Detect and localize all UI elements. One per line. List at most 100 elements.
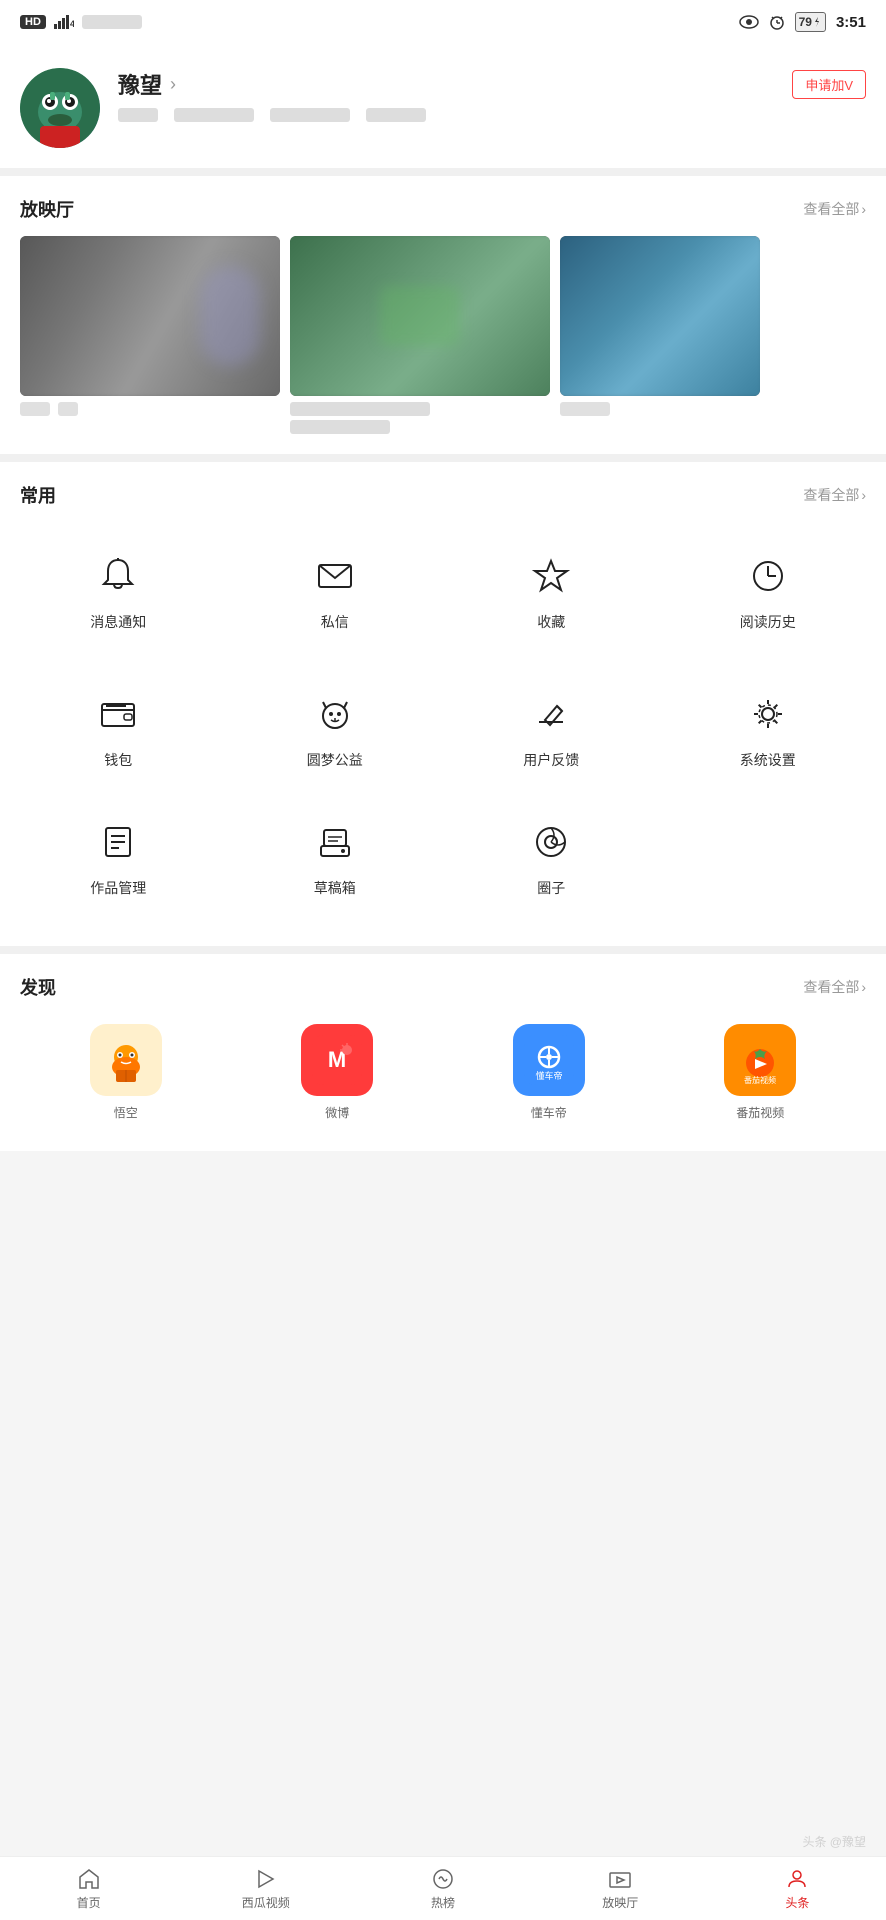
video-card-2[interactable] bbox=[290, 236, 550, 438]
tool-wallet-label: 钱包 bbox=[104, 750, 132, 770]
discover-view-all[interactable]: 查看全部 › bbox=[803, 977, 866, 997]
discover-apps: 悟空 M 微博 bbox=[0, 1014, 886, 1141]
tool-history[interactable]: 阅读历史 bbox=[660, 532, 877, 650]
profile-info: 豫望 › 申请加V bbox=[118, 68, 866, 122]
nav-home[interactable]: 首页 bbox=[0, 1857, 177, 1920]
nav-cinema-label: 放映厅 bbox=[602, 1894, 638, 1911]
tool-manage[interactable]: 作品管理 bbox=[10, 798, 227, 916]
discover-header: 发现 查看全部 › bbox=[0, 954, 886, 1014]
video-card-1[interactable] bbox=[20, 236, 280, 438]
profile-chevron[interactable]: › bbox=[170, 74, 176, 95]
signal-indicator: 46 bbox=[54, 15, 74, 29]
status-right: 79 3:51 bbox=[739, 12, 866, 32]
video-caption-3 bbox=[560, 402, 760, 416]
bell-icon bbox=[92, 550, 144, 602]
app-fanqie-label: 番茄视频 bbox=[736, 1104, 784, 1121]
tool-feedback-label: 用户反馈 bbox=[523, 750, 579, 770]
app-weibo[interactable]: M 微博 bbox=[301, 1024, 373, 1121]
tool-favorites-label: 收藏 bbox=[537, 612, 565, 632]
eye-icon bbox=[739, 15, 759, 29]
tool-feedback[interactable]: 用户反馈 bbox=[443, 670, 660, 788]
cinema-nav-icon bbox=[608, 1867, 632, 1891]
charity-icon bbox=[309, 688, 361, 740]
app-icon-car: 懂车帝 bbox=[513, 1024, 585, 1096]
star-icon bbox=[525, 550, 577, 602]
lightning-icon bbox=[812, 17, 822, 27]
carrier-name bbox=[82, 15, 142, 29]
nav-xigua-label: 西瓜视频 bbox=[242, 1894, 290, 1911]
avatar[interactable] bbox=[20, 68, 100, 148]
tool-history-label: 阅读历史 bbox=[740, 612, 796, 632]
video-caption-1 bbox=[20, 402, 280, 416]
apply-v-button[interactable]: 申请加V bbox=[792, 70, 866, 99]
tool-message-label: 私信 bbox=[321, 612, 349, 632]
app-fanqie[interactable]: 番茄视频 番茄视频 bbox=[724, 1024, 796, 1121]
app-icon-fanqie: 番茄视频 bbox=[724, 1024, 796, 1096]
app-wukong-label: 悟空 bbox=[114, 1104, 138, 1121]
battery-indicator: 79 bbox=[795, 12, 826, 32]
draft-icon bbox=[309, 816, 361, 868]
home-icon bbox=[77, 1867, 101, 1891]
tool-manage-label: 作品管理 bbox=[90, 878, 146, 898]
cinema-section: 放映厅 查看全部 › bbox=[0, 176, 886, 462]
app-wukong[interactable]: 悟空 bbox=[90, 1024, 162, 1121]
tools-row-2: 钱包 圆梦公益 bbox=[0, 660, 886, 798]
common-section: 常用 查看全部 › 消息通知 bbox=[0, 462, 886, 954]
tool-circle-label: 圈子 bbox=[537, 878, 565, 898]
nav-profile-label: 头条 bbox=[785, 1894, 809, 1911]
svg-text:番茄视频: 番茄视频 bbox=[744, 1075, 776, 1085]
video-thumb-2 bbox=[290, 236, 550, 396]
tools-row-3: 作品管理 草稿箱 bbox=[0, 798, 886, 926]
common-title: 常用 bbox=[20, 482, 56, 508]
cinema-view-all[interactable]: 查看全部 › bbox=[803, 199, 866, 219]
nav-profile[interactable]: 头条 bbox=[709, 1857, 886, 1920]
common-header: 常用 查看全部 › bbox=[0, 462, 886, 522]
tool-notification[interactable]: 消息通知 bbox=[10, 532, 227, 650]
common-view-all[interactable]: 查看全部 › bbox=[803, 485, 866, 505]
video-stats-1 bbox=[20, 402, 280, 416]
nav-xigua[interactable]: 西瓜视频 bbox=[177, 1857, 354, 1920]
username-row: 豫望 › 申请加V bbox=[118, 68, 866, 100]
tool-favorites[interactable]: 收藏 bbox=[443, 532, 660, 650]
tool-message[interactable]: 私信 bbox=[227, 532, 444, 650]
stat-item-1 bbox=[118, 108, 158, 122]
tool-draft[interactable]: 草稿箱 bbox=[227, 798, 444, 916]
discover-title: 发现 bbox=[20, 974, 56, 1000]
svg-text:46: 46 bbox=[70, 19, 74, 29]
mail-icon bbox=[309, 550, 361, 602]
cinema-title: 放映厅 bbox=[20, 196, 74, 222]
tool-wallet[interactable]: 钱包 bbox=[10, 670, 227, 788]
app-car[interactable]: 懂车帝 懂车帝 bbox=[513, 1024, 585, 1121]
stat-item-2 bbox=[174, 108, 254, 122]
tool-notification-label: 消息通知 bbox=[90, 612, 146, 632]
nav-home-label: 首页 bbox=[77, 1894, 101, 1911]
tool-circle[interactable]: 圈子 bbox=[443, 798, 660, 916]
nav-cinema[interactable]: 放映厅 bbox=[532, 1857, 709, 1920]
discover-section: 发现 查看全部 › bbox=[0, 954, 886, 1151]
app-icon-weibo: M bbox=[301, 1024, 373, 1096]
circle-icon bbox=[525, 816, 577, 868]
settings-icon bbox=[742, 688, 794, 740]
username-text[interactable]: 豫望 bbox=[118, 68, 162, 100]
status-bar: HD 46 79 bbox=[0, 0, 886, 44]
tool-charity[interactable]: 圆梦公益 bbox=[227, 670, 444, 788]
app-car-label: 懂车帝 bbox=[531, 1104, 567, 1121]
video-card-3[interactable] bbox=[560, 236, 760, 438]
tool-settings[interactable]: 系统设置 bbox=[660, 670, 877, 788]
user-icon bbox=[785, 1867, 809, 1891]
profile-stats bbox=[118, 108, 866, 122]
wallet-icon bbox=[92, 688, 144, 740]
tool-draft-label: 草稿箱 bbox=[314, 878, 356, 898]
stat-item-3 bbox=[270, 108, 350, 122]
clock-icon bbox=[742, 550, 794, 602]
manage-icon bbox=[92, 816, 144, 868]
profile-section: 豫望 › 申请加V bbox=[0, 44, 886, 176]
feedback-icon bbox=[525, 688, 577, 740]
stat-item-4 bbox=[366, 108, 426, 122]
nav-trending[interactable]: 热榜 bbox=[354, 1857, 531, 1920]
bottom-nav: 首页 西瓜视频 热榜 放映厅 bbox=[0, 1856, 886, 1920]
video-caption-2 bbox=[290, 402, 550, 434]
video-thumb-3 bbox=[560, 236, 760, 396]
app-weibo-label: 微博 bbox=[325, 1104, 349, 1121]
clock-display: 3:51 bbox=[836, 14, 866, 31]
